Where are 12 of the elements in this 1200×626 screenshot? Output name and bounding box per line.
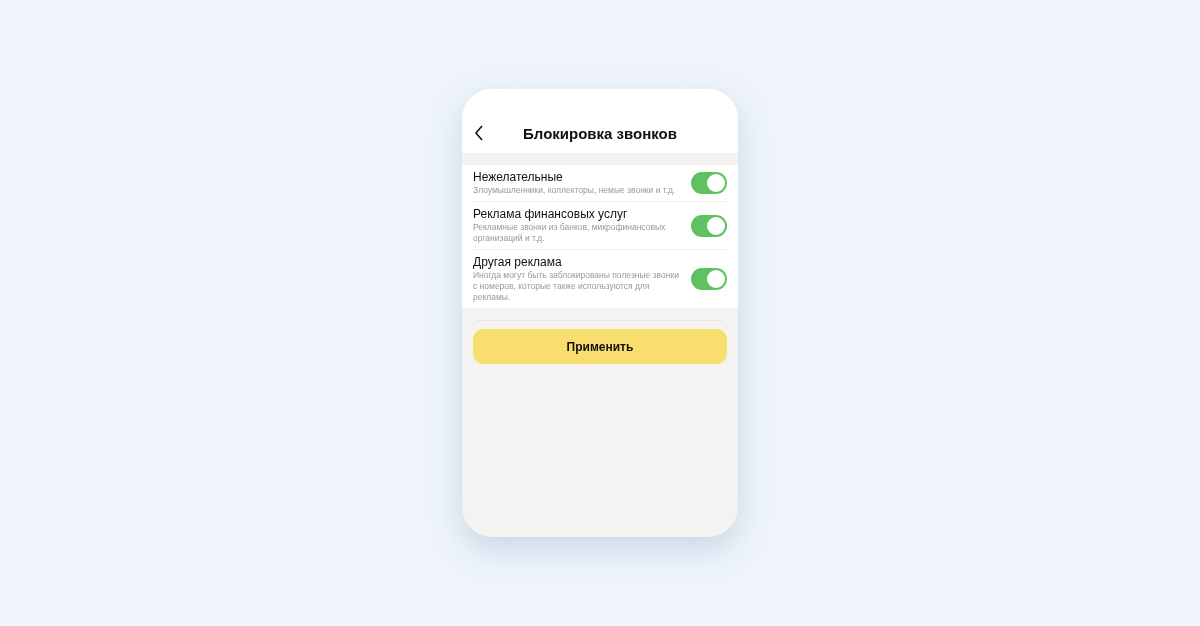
toggle-switch[interactable]	[691, 172, 727, 194]
apply-button[interactable]: Применить	[473, 329, 727, 364]
setting-description: Злоумышленники, коллекторы, немые звонки и т.д.	[473, 185, 677, 196]
toggle-switch[interactable]	[691, 214, 727, 237]
screen-title: Блокировка звонков	[522, 124, 678, 142]
setting-title: Реклама финансовых услуг	[473, 207, 629, 222]
setting-title: Другая реклама	[473, 255, 563, 270]
toggle-switch[interactable]	[691, 268, 727, 290]
setting-description: Иногда могут быть заблокированы полезные звонки с номеров, которые также используются для рекламы.	[473, 270, 680, 303]
setting-title: Нежелательные	[473, 170, 564, 185]
setting-description: Рекламные звонки из банков, микрофинансовых организаций и т.д.	[473, 222, 667, 244]
back-icon[interactable]	[474, 125, 484, 141]
